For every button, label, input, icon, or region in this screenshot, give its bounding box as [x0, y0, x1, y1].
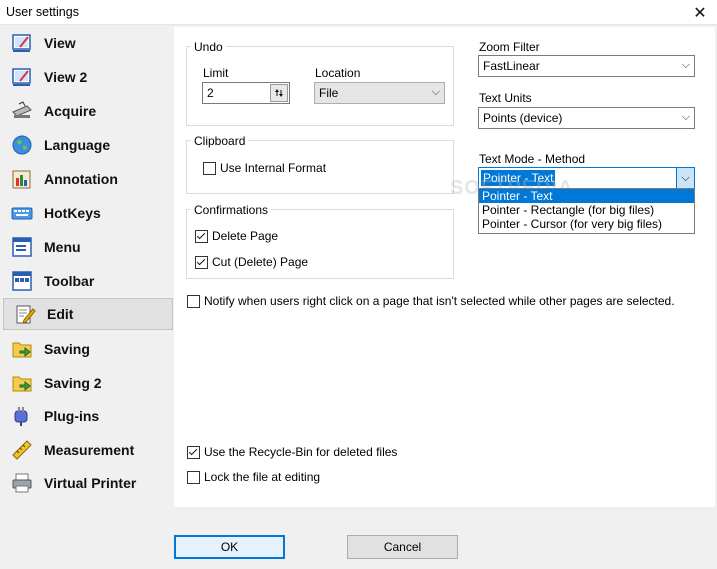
sidebar-item-label: Annotation: [44, 171, 118, 187]
sidebar-item-edit[interactable]: Edit: [3, 298, 173, 330]
scanner-icon: [11, 100, 33, 122]
cut-page-checkbox[interactable]: Cut (Delete) Page: [195, 255, 308, 269]
view-icon: [11, 32, 33, 54]
chevron-down-icon[interactable]: ⌵: [676, 168, 694, 188]
checkbox-box[interactable]: [187, 470, 200, 484]
delete-page-checkbox[interactable]: Delete Page: [195, 229, 278, 243]
zoom-filter-label: Zoom Filter: [479, 40, 540, 54]
cancel-button[interactable]: Cancel: [347, 535, 458, 559]
sidebar-item-menu[interactable]: Menu: [3, 231, 173, 263]
sidebar-item-label: Saving: [44, 341, 90, 357]
sidebar-item-label: Edit: [47, 306, 74, 322]
sidebar-item-label: Toolbar: [44, 273, 95, 289]
checkbox-box[interactable]: [203, 161, 216, 175]
sidebar-item-hotkeys[interactable]: HotKeys: [3, 197, 173, 229]
use-internal-format-checkbox[interactable]: Use Internal Format: [203, 161, 326, 175]
saving-icon: [11, 338, 33, 360]
sidebar-item-label: Plug-ins: [44, 408, 100, 424]
sidebar-item-label: View: [44, 35, 76, 51]
sidebar-item-label: Menu: [44, 239, 81, 255]
sidebar-item-saving-2[interactable]: Saving 2: [3, 367, 173, 399]
sidebar-item-label: Measurement: [44, 442, 135, 458]
sidebar-item-virtual-printer[interactable]: Virtual Printer: [3, 467, 173, 499]
zoom-filter-select[interactable]: FastLinear ⌵: [478, 55, 695, 77]
close-icon[interactable]: ✕: [683, 0, 717, 25]
sidebar-item-view-2[interactable]: View 2: [3, 61, 173, 93]
recycle-bin-checkbox[interactable]: Use the Recycle-Bin for deleted files: [187, 445, 397, 459]
ok-button[interactable]: OK: [174, 535, 285, 559]
location-label: Location: [315, 66, 361, 80]
checkbox-box[interactable]: [187, 294, 200, 308]
dropdown-option-pointer-rectangle[interactable]: Pointer - Rectangle (for big files): [479, 203, 694, 217]
clipboard-group-title: Clipboard: [191, 134, 249, 148]
window-title: User settings: [6, 5, 79, 19]
text-mode-label: Text Mode - Method: [479, 152, 586, 166]
globe-icon: [11, 134, 33, 156]
limit-spinner-icon[interactable]: [270, 84, 288, 102]
checkbox-box[interactable]: [195, 255, 208, 269]
sidebar-item-label: HotKeys: [44, 205, 101, 221]
annotation-icon: [11, 168, 33, 190]
menu-icon: [11, 236, 33, 258]
title-bar: User settings ✕: [0, 0, 717, 25]
sidebar-item-label: Acquire: [44, 103, 97, 119]
checkbox-box[interactable]: [187, 445, 200, 459]
undo-group-title: Undo: [191, 40, 226, 54]
keyboard-icon: [11, 202, 33, 224]
sidebar-item-saving[interactable]: Saving: [3, 333, 173, 365]
chevron-down-icon: ⌵: [681, 111, 690, 123]
location-select[interactable]: File ⌵: [314, 82, 445, 104]
sidebar-item-label: View 2: [44, 69, 88, 85]
sidebar-item-annotation[interactable]: Annotation: [3, 163, 173, 195]
sidebar-item-toolbar[interactable]: Toolbar: [3, 265, 173, 297]
sidebar: View View 2 Acquire Language Annotation …: [1, 27, 173, 507]
notify-right-click-checkbox[interactable]: Notify when users right click on a page …: [187, 294, 675, 308]
saving2-icon: [11, 372, 33, 394]
plugin-icon: [11, 405, 33, 427]
sidebar-item-label: Language: [44, 137, 111, 153]
edit-icon: [14, 303, 36, 325]
confirmations-group-title: Confirmations: [191, 203, 272, 217]
sidebar-item-language[interactable]: Language: [3, 129, 173, 161]
sidebar-item-label: Virtual Printer: [44, 475, 137, 491]
settings-panel: Undo Limit 2 Location File ⌵ Clipboard U…: [174, 27, 715, 507]
sidebar-item-measurement[interactable]: Measurement: [3, 434, 173, 466]
dropdown-option-pointer-cursor[interactable]: Pointer - Cursor (for very big files): [479, 217, 694, 231]
sidebar-item-label: Saving 2: [44, 375, 102, 391]
text-units-select[interactable]: Points (device) ⌵: [478, 107, 695, 129]
toolbar-icon: [11, 270, 33, 292]
dropdown-option-pointer-text[interactable]: Pointer - Text: [479, 189, 694, 203]
view2-icon: [11, 66, 33, 88]
sidebar-item-acquire[interactable]: Acquire: [3, 95, 173, 127]
chevron-down-icon: ⌵: [681, 59, 690, 71]
printer-icon: [11, 472, 33, 494]
ruler-icon: [11, 439, 33, 461]
sidebar-item-view[interactable]: View: [3, 27, 173, 59]
limit-label: Limit: [203, 66, 229, 80]
lock-file-checkbox[interactable]: Lock the file at editing: [187, 470, 320, 484]
text-mode-dropdown-list[interactable]: Pointer - Text Pointer - Rectangle (for …: [478, 188, 695, 234]
chevron-down-icon: ⌵: [431, 86, 440, 98]
sidebar-item-plug-ins[interactable]: Plug-ins: [3, 400, 173, 432]
text-units-label: Text Units: [479, 91, 532, 105]
checkbox-box[interactable]: [195, 229, 208, 243]
